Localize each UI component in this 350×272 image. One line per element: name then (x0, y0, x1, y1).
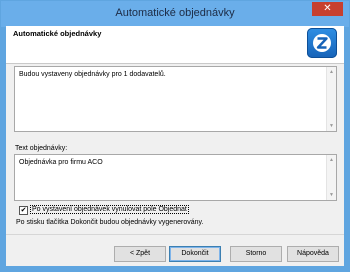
back-button[interactable]: < Zpět (114, 246, 166, 262)
cancel-button[interactable]: Storno (230, 246, 282, 262)
divider (6, 234, 344, 235)
close-button[interactable]: ✕ (312, 2, 343, 16)
summary-box[interactable]: Budou vystaveny objednávky pro 1 dodavat… (14, 66, 337, 132)
finish-button[interactable]: Dokončit (169, 246, 221, 262)
order-text-scrollbar[interactable]: ▲ ▼ (326, 155, 336, 200)
reset-checkbox-label[interactable]: Po vystavení objednávek vynulovat pole O… (30, 205, 189, 214)
scroll-down-icon[interactable]: ▼ (327, 123, 336, 129)
app-logo-icon (307, 28, 337, 58)
order-text-label: Text objednávky: (15, 145, 68, 152)
dialog-body: Automatické objednávky Budou vystaveny o… (6, 26, 344, 266)
help-button[interactable]: Nápověda (287, 246, 339, 262)
scroll-up-icon[interactable]: ▲ (327, 157, 336, 163)
summary-text: Budou vystaveny objednávky pro 1 dodavat… (19, 71, 166, 78)
reset-checkbox[interactable]: ✔ (19, 206, 28, 215)
wizard-header: Automatické objednávky (6, 26, 344, 64)
order-text-field[interactable]: Objednávka pro firmu ACO ▲ ▼ (14, 154, 337, 201)
page-title: Automatické objednávky (13, 29, 102, 38)
summary-scrollbar[interactable]: ▲ ▼ (326, 67, 336, 131)
scroll-up-icon[interactable]: ▲ (327, 69, 336, 75)
dialog-window: Automatické objednávky ✕ Automatické obj… (0, 0, 350, 272)
window-title: Automatické objednávky (115, 7, 235, 19)
info-text: Po stisku tlačítka Dokončit budou objedn… (16, 219, 204, 226)
title-bar[interactable]: Automatické objednávky ✕ (1, 1, 349, 27)
scroll-down-icon[interactable]: ▼ (327, 192, 336, 198)
order-text-value: Objednávka pro firmu ACO (19, 159, 103, 166)
